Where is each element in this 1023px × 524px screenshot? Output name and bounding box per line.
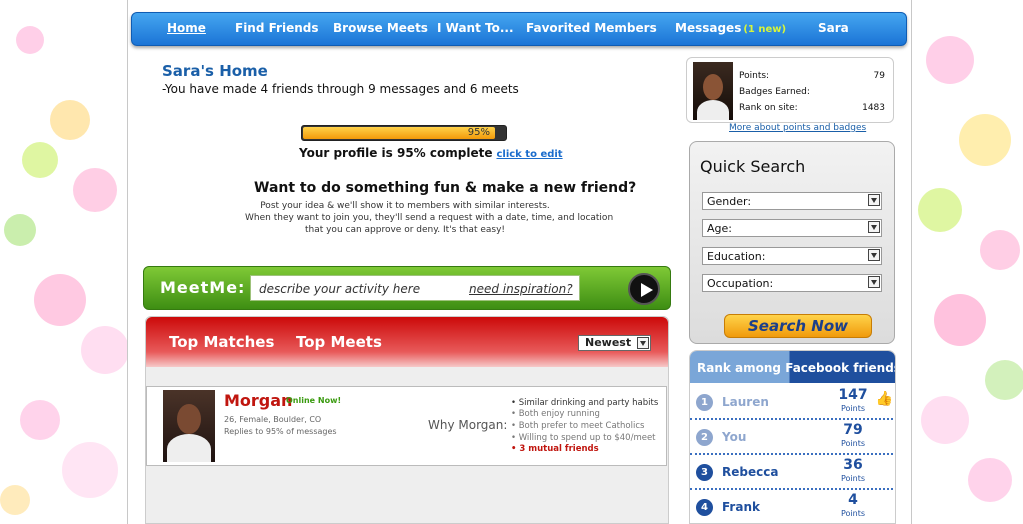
occupation-label: Occupation: xyxy=(707,277,774,290)
chevron-down-icon xyxy=(868,249,880,261)
activity-input[interactable]: describe your activity here need inspira… xyxy=(250,275,580,301)
chevron-down-icon xyxy=(868,276,880,288)
rank-points: 36 xyxy=(843,457,863,473)
nav-favorited-members[interactable]: Favorited Members xyxy=(526,21,657,35)
gender-label: Gender: xyxy=(707,195,752,208)
fun-line-2: When they want to join you, they'll send… xyxy=(245,213,614,223)
education-label: Education: xyxy=(707,250,766,263)
rank-title: Rank among Facebook friends xyxy=(697,361,896,375)
age-select[interactable]: Age: xyxy=(702,219,882,237)
age-label: Age: xyxy=(707,222,732,235)
edit-profile-link[interactable]: click to edit xyxy=(496,149,562,160)
gender-select[interactable]: Gender: xyxy=(702,192,882,210)
rank-label: Rank on site: xyxy=(739,103,798,113)
quick-search-panel: Quick Search Gender: Age: Education: Occ… xyxy=(689,141,895,344)
tab-top-matches[interactable]: Top Matches xyxy=(169,333,274,351)
tab-top-meets[interactable]: Top Meets xyxy=(296,333,382,351)
search-now-button[interactable]: Search Now xyxy=(724,314,872,338)
rank-points: 4 xyxy=(848,492,858,508)
match-card[interactable]: Morgan Online Now! 26, Female, Boulder, … xyxy=(146,386,667,466)
match-demographics: 26, Female, Boulder, CO xyxy=(224,415,322,424)
reason-item: • Both enjoy running xyxy=(511,409,600,419)
rank-points-label: Points xyxy=(840,404,866,413)
sort-value: Newest xyxy=(585,336,632,349)
online-status: Online Now! xyxy=(286,396,342,405)
profile-complete-text: Your profile is 95% complete click to edi… xyxy=(299,146,563,160)
reason-item: • Willing to spend up to $40/meet xyxy=(511,433,656,443)
user-avatar[interactable] xyxy=(693,62,733,120)
fun-line-1: Post your idea & we'll show it to member… xyxy=(260,201,550,211)
points-value: 79 xyxy=(873,71,885,81)
education-select[interactable]: Education: xyxy=(702,247,882,265)
rank-points: 79 xyxy=(843,422,863,438)
nav-home[interactable]: Home xyxy=(167,21,206,35)
home-summary: -You have made 4 friends through 9 messa… xyxy=(162,82,519,96)
rank-points-label: Points xyxy=(840,439,866,448)
main-nav: Home Find Friends Browse Meets I Want To… xyxy=(131,12,907,46)
rank-row[interactable]: 4 Frank 4 Points xyxy=(690,490,895,523)
chevron-down-icon xyxy=(868,194,880,206)
mutual-friends-item[interactable]: • 3 mutual friends xyxy=(511,444,599,454)
profile-progress-bar: 95% xyxy=(301,125,507,141)
fun-line-3: that you can approve or deny. It's that … xyxy=(304,225,506,235)
new-messages-badge: (1 new) xyxy=(743,24,787,35)
match-reply-rate: Replies to 95% of messages xyxy=(224,427,337,436)
rank-row[interactable]: 1 Lauren 147 Points 👍 xyxy=(690,385,895,420)
nav-messages-label: Messages xyxy=(675,21,742,35)
reason-item: • Similar drinking and party habits xyxy=(511,398,659,408)
rank-row[interactable]: 2 You 79 Points xyxy=(690,420,895,455)
profile-progress-label: 95% xyxy=(467,127,490,138)
quick-search-title: Quick Search xyxy=(700,157,806,176)
profile-progress-fill xyxy=(303,127,495,139)
user-stats-box: Points: 79 Badges Earned: Rank on site: … xyxy=(686,57,894,123)
rank-number: 4 xyxy=(696,499,713,516)
rank-friend-name: Frank xyxy=(722,500,760,514)
meetme-bar: MeetMe: describe your activity here need… xyxy=(143,266,671,310)
fun-heading: Want to do something fun & make a new fr… xyxy=(254,180,637,196)
rank-row[interactable]: 3 Rebecca 36 Points xyxy=(690,455,895,490)
thumbs-up-icon: 👍 xyxy=(875,391,893,407)
rank-friend-name: Rebecca xyxy=(722,465,779,479)
rank-friend-name: You xyxy=(722,430,747,444)
nav-i-want-to[interactable]: I Want To... xyxy=(437,21,514,35)
matches-header: Top Matches Top Meets Newest xyxy=(146,317,668,367)
occupation-select[interactable]: Occupation: xyxy=(702,274,882,292)
points-label: Points: xyxy=(739,71,770,81)
activity-placeholder: describe your activity here xyxy=(259,282,421,296)
nav-find-friends[interactable]: Find Friends xyxy=(235,21,319,35)
rank-friend-name: Lauren xyxy=(722,395,769,409)
inspiration-link[interactable]: need inspiration? xyxy=(469,282,573,296)
profile-complete-label: Your profile is 95% complete xyxy=(299,146,493,160)
rank-header: Rank among Facebook friends xyxy=(690,351,896,383)
rank-number: 1 xyxy=(696,394,713,411)
rank-value: 1483 xyxy=(862,103,885,113)
rank-points: 147 xyxy=(838,387,868,403)
match-name[interactable]: Morgan xyxy=(224,391,292,410)
reason-item: • Both prefer to meet Catholics xyxy=(511,421,645,431)
chevron-down-icon xyxy=(868,221,880,233)
nav-messages[interactable]: Messages (1 new) xyxy=(675,21,786,35)
nav-user-sara[interactable]: Sara xyxy=(818,21,849,35)
meetme-label: MeetMe: xyxy=(160,278,246,297)
rank-points-label: Points xyxy=(840,474,866,483)
nav-browse-meets[interactable]: Browse Meets xyxy=(333,21,428,35)
match-avatar[interactable] xyxy=(163,390,215,462)
facebook-rank-panel: Rank among Facebook friends 1 Lauren 147… xyxy=(689,350,896,524)
sort-select[interactable]: Newest xyxy=(578,335,651,351)
page-title: Sara's Home xyxy=(162,62,268,80)
more-points-link[interactable]: More about points and badges xyxy=(729,123,866,133)
submit-arrow-button[interactable] xyxy=(628,273,660,305)
why-label: Why Morgan: xyxy=(428,418,508,432)
rank-points-label: Points xyxy=(840,509,866,518)
badges-label: Badges Earned: xyxy=(739,87,810,97)
rank-number: 2 xyxy=(696,429,713,446)
chevron-down-icon xyxy=(637,337,649,349)
rank-number: 3 xyxy=(696,464,713,481)
